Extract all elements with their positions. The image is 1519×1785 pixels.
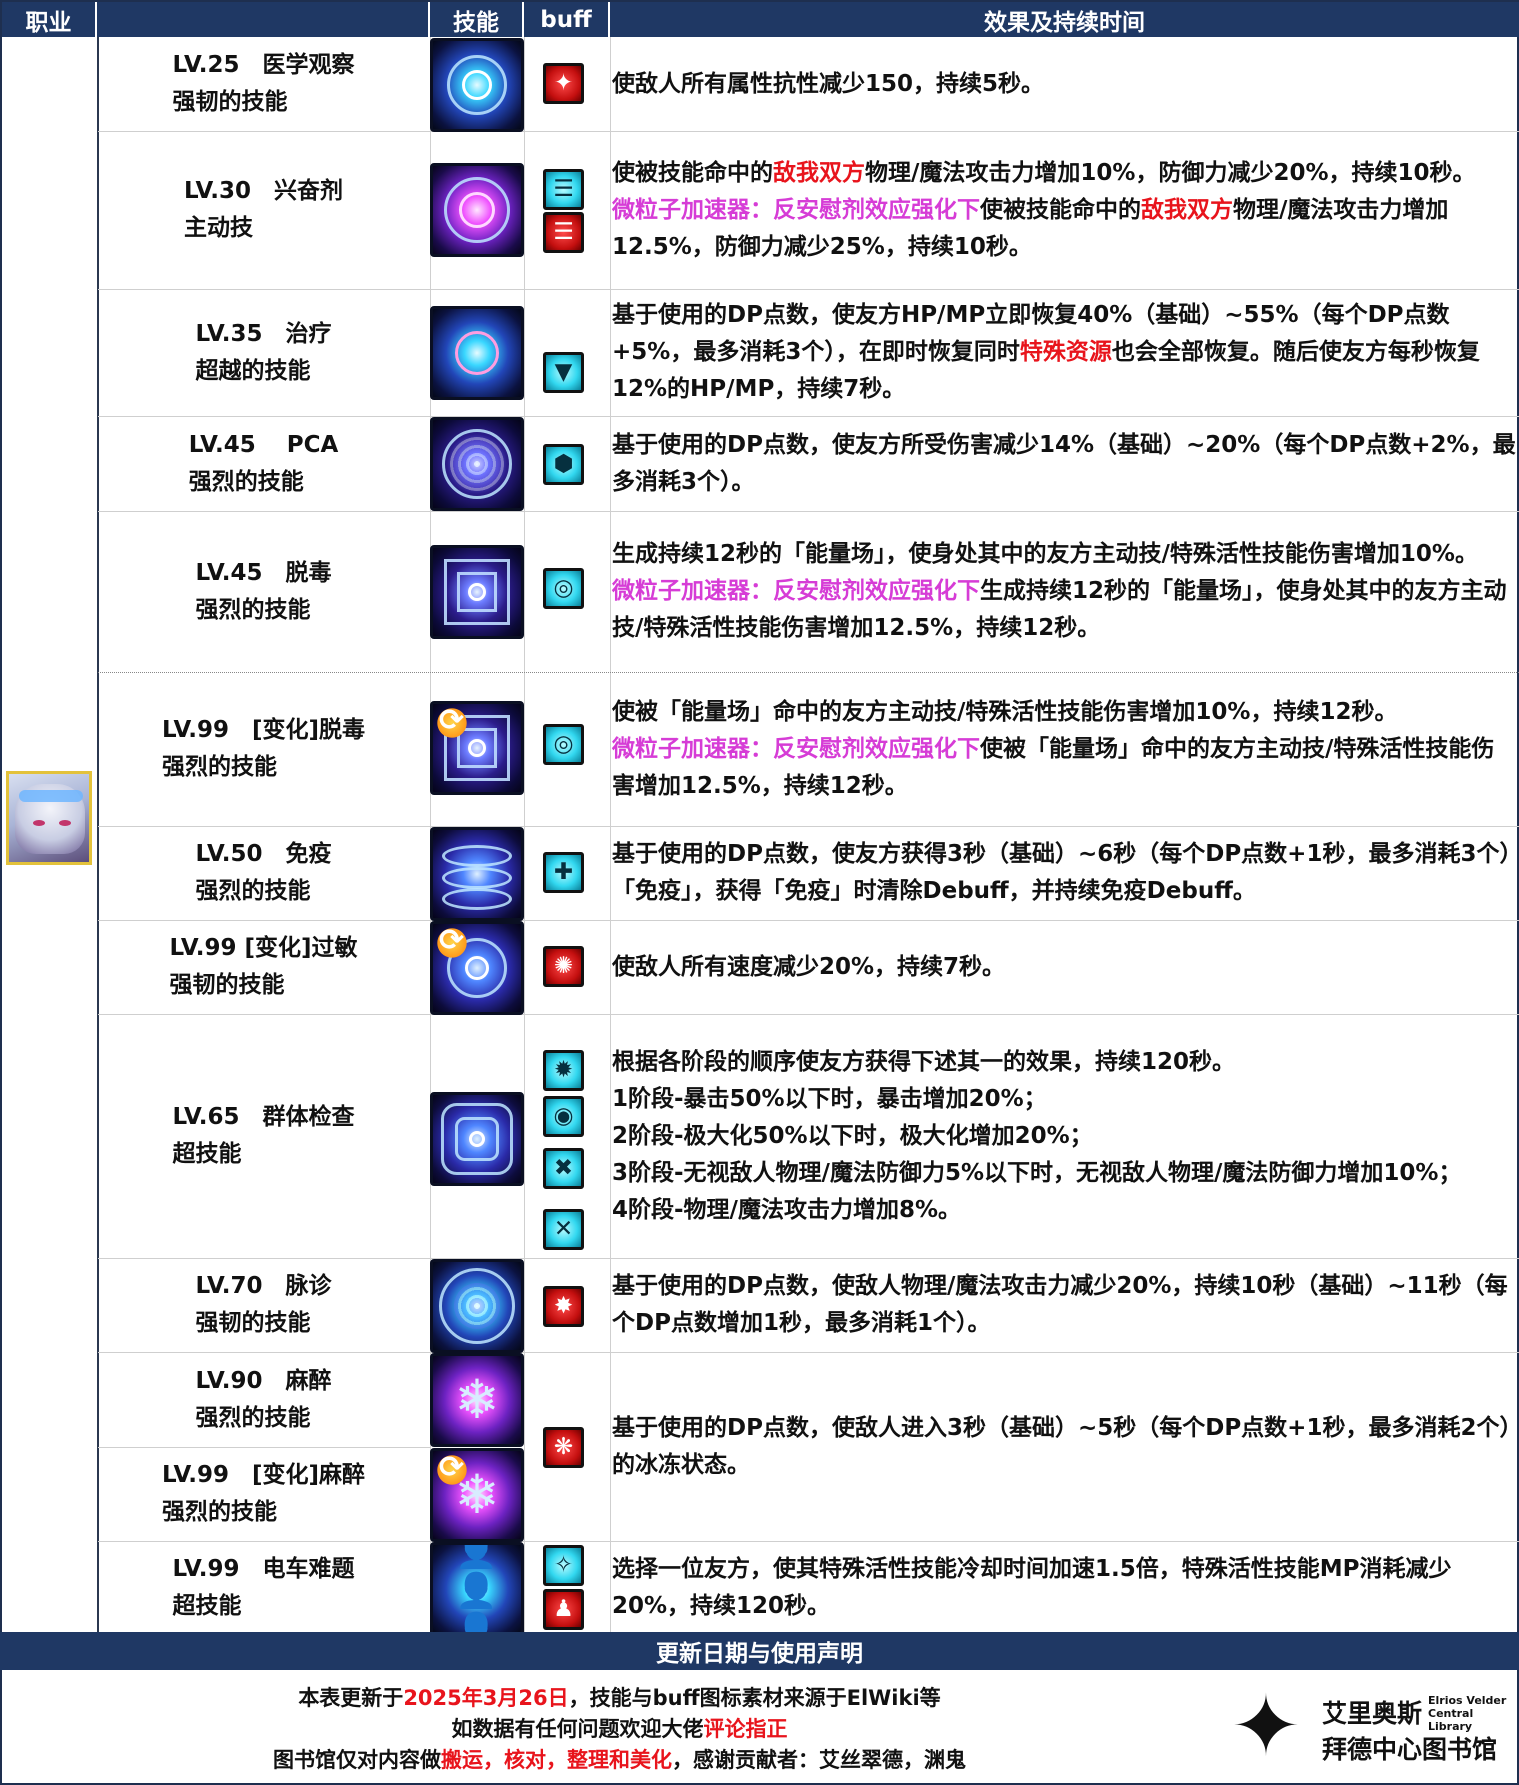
job-cell xyxy=(2,37,97,1634)
immunity-buff-icon: ✚ xyxy=(543,852,584,893)
skill-name: LV.90 麻醉 强烈的技能 xyxy=(195,1367,332,1431)
logo-text-en: Elrios Velder Central Library xyxy=(1428,1694,1507,1733)
effect-desc: 选择一位友方，使其特殊活性技能冷却时间加速1.5倍，特殊活性技能MP消耗减少20… xyxy=(612,1555,1452,1619)
mp-cost-down-icon: ♟ xyxy=(543,1589,584,1630)
skill-name: LV.25 医学观察 强韧的技能 xyxy=(172,52,355,115)
immunity-icon xyxy=(430,827,524,921)
cooldown-up-icon: ✧ xyxy=(543,1545,584,1586)
header-effect: 效果及持续时间 xyxy=(610,2,1519,37)
attack-up-icon: ☰ xyxy=(543,169,584,210)
logo-text-cn-top: 艾里奥斯 xyxy=(1322,1699,1423,1728)
magic-resist-down-icon: ✦ xyxy=(543,63,584,104)
medical-observation-icon xyxy=(430,38,524,132)
skill-table: 职业 技能 buff 效果及持续时间 LV.25 医学观察 强韧的技能 LV.3… xyxy=(0,0,1519,1785)
skill-name: LV.99 电车难题 超技能 xyxy=(172,1555,355,1619)
attack-power-up-icon: ✕ xyxy=(543,1209,584,1250)
change-cycle-icon xyxy=(435,924,469,960)
stimulant-icon xyxy=(430,163,524,257)
group-check-icon xyxy=(430,1092,524,1186)
allergy-icon xyxy=(430,921,524,1015)
pulse-icon xyxy=(430,1259,524,1353)
maximize-up-icon: ◉ xyxy=(543,1096,584,1137)
damage-reduction-icon: ⬢ xyxy=(543,444,584,485)
skill-name: LV.65 群体检查 超技能 xyxy=(172,1104,355,1167)
change-cycle-icon xyxy=(435,704,469,740)
pca-icon xyxy=(430,417,524,511)
effect-desc: 生成持续12秒的「能量场」，使身处其中的友方主动技/特殊活性技能伤害增加10%。… xyxy=(612,541,1507,641)
skill-name: LV.99 [变化]过敏 强韧的技能 xyxy=(169,935,358,998)
detox-changed-icon xyxy=(430,701,524,795)
skill-name: LV.70 脉诊 强韧的技能 xyxy=(195,1273,332,1336)
freeze-icon: ❋ xyxy=(543,1427,584,1468)
effect-desc: 使被技能命中的敌我双方物理/魔法攻击力增加10%，防御力减少20%，持续10秒。… xyxy=(612,159,1476,260)
header-blank xyxy=(97,2,430,37)
effect-desc: 基于使用的DP点数，使友方HP/MP立即恢复40%（基础）~55%（每个DP点数… xyxy=(612,302,1480,402)
anesthesia-icon: ❄ xyxy=(430,1353,524,1447)
skill-name: LV.45 PCA 强烈的技能 xyxy=(188,431,339,495)
skill-name: LV.99 [变化]麻醉 强烈的技能 xyxy=(161,1462,366,1525)
effect-desc: 基于使用的DP点数，使敌人物理/魔法攻击力减少20%，持续10秒（基础）~11秒… xyxy=(612,1273,1508,1336)
change-cycle-icon xyxy=(435,1451,469,1487)
column-divider xyxy=(524,37,525,1634)
footer-title: 更新日期与使用声明 xyxy=(0,1632,1519,1670)
library-logo-icon: ✦ xyxy=(1230,1677,1302,1775)
effect-desc: 基于使用的DP点数，使友方所受伤害减少14%（基础）~20%（每个DP点数+2%… xyxy=(612,431,1516,495)
logo-text-cn-bottom: 拜德中心图书馆 xyxy=(1322,1735,1498,1764)
effect-desc: 基于使用的DP点数，使友方获得3秒（基础）~6秒（每个DP点数+1秒，最多消耗3… xyxy=(612,841,1511,904)
header-job: 职业 xyxy=(2,2,97,37)
skill-name: LV.35 治疗 超越的技能 xyxy=(195,320,332,384)
character-avatar xyxy=(6,771,92,865)
effect-desc: 根据各阶段的顺序使友方获得下述其一的效果，持续120秒。 1阶段-暴击50%以下时… xyxy=(612,1048,1462,1223)
skill-name: LV.99 [变化]脱毒 强烈的技能 xyxy=(161,717,366,780)
effect-desc: 基于使用的DP点数，使敌人进入3秒（基础）~5秒（每个DP点数+1秒，最多消耗2… xyxy=(612,1414,1511,1478)
skill-name: LV.30 兴奋剂 主动技 xyxy=(183,178,344,241)
ignore-defense-up-icon: ✖ xyxy=(543,1148,584,1189)
heal-icon xyxy=(430,306,524,400)
trolley-problem-icon: 👤👤👤 xyxy=(430,1542,524,1636)
effect-desc: 使敌人所有属性抗性减少150，持续5秒。 xyxy=(612,70,1045,97)
critical-up-icon: ✹ xyxy=(543,1050,584,1091)
skill-name: LV.50 免疫 强烈的技能 xyxy=(195,841,332,904)
skill-name: LV.45 脱毒 强烈的技能 xyxy=(195,559,332,623)
skill-damage-up-icon: ◎ xyxy=(543,724,584,765)
defense-down-icon: ☰ xyxy=(543,212,584,253)
library-logo: ✦ 艾里奥斯 Elrios Velder Central Library 拜德中… xyxy=(1210,1672,1510,1780)
column-divider xyxy=(610,37,611,1634)
header-skill: 技能 xyxy=(430,2,524,37)
heal-over-time-icon: ▼ xyxy=(543,352,584,393)
skill-damage-up-icon: ◎ xyxy=(543,568,584,609)
effect-desc: 使被「能量场」命中的友方主动技/特殊活性技能伤害增加10%，持续12秒。 微粒子加… xyxy=(612,698,1495,799)
speed-down-icon: ✺ xyxy=(543,946,584,987)
anesthesia-changed-icon: ❄ xyxy=(430,1448,524,1542)
header-buff: buff xyxy=(524,2,610,37)
effect-desc: 使敌人所有速度减少20%，持续7秒。 xyxy=(612,953,1006,980)
attack-down-icon: ✸ xyxy=(543,1286,584,1327)
detox-icon xyxy=(430,545,524,639)
